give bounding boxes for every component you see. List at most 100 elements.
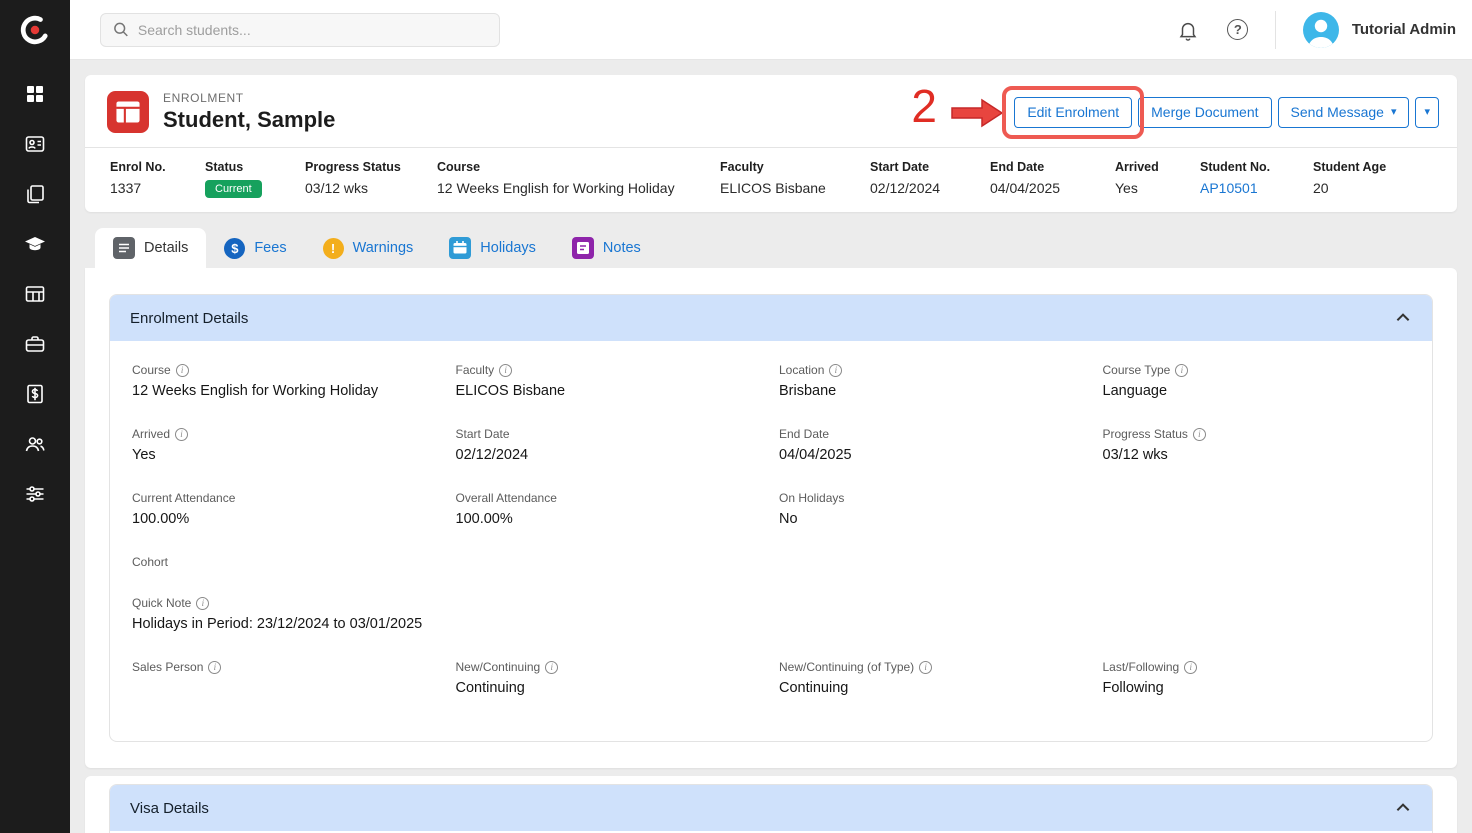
enrolment-details-panel-header[interactable]: Enrolment Details	[110, 295, 1432, 341]
info-icon[interactable]: i	[545, 661, 558, 674]
dashboard-icon	[24, 83, 46, 105]
info-icon[interactable]: i	[196, 597, 209, 610]
info-icon[interactable]: i	[1184, 661, 1197, 674]
field-course-type: Course Typei Language	[1103, 363, 1411, 400]
info-icon[interactable]: i	[919, 661, 932, 674]
summary-end-date: End Date 04/04/2025	[990, 160, 1115, 198]
enrolment-details-panel-body: Coursei 12 Weeks English for Working Hol…	[110, 341, 1432, 741]
visa-details-card: Visa Details	[85, 776, 1457, 833]
tab-details[interactable]: Details	[95, 228, 206, 268]
sidebar-item-finance[interactable]	[23, 382, 47, 406]
sidebar-item-agents[interactable]	[23, 332, 47, 356]
sidebar-item-students[interactable]	[23, 132, 47, 156]
sliders-icon	[24, 483, 46, 505]
summary-arrived: Arrived Yes	[1115, 160, 1200, 198]
graduation-cap-icon	[24, 233, 46, 255]
help-icon: ?	[1227, 19, 1248, 40]
empty-cell	[779, 555, 1087, 569]
tab-warnings[interactable]: ! Warnings	[305, 228, 432, 268]
sidebar	[0, 0, 70, 833]
tab-fees[interactable]: $ Fees	[206, 228, 304, 268]
chevron-up-icon[interactable]	[1394, 309, 1412, 327]
edit-enrolment-button[interactable]: Edit Enrolment	[1014, 97, 1132, 128]
info-icon[interactable]: i	[176, 364, 189, 377]
summary-status: Status Current	[205, 160, 305, 198]
notifications-button[interactable]	[1175, 17, 1201, 43]
page-title: Student, Sample	[163, 107, 335, 133]
info-icon[interactable]: i	[499, 364, 512, 377]
field-progress-status: Progress Statusi 03/12 wks	[1103, 427, 1411, 464]
empty-cell	[1103, 555, 1411, 569]
sidebar-item-timetables[interactable]	[23, 282, 47, 306]
sidebar-item-settings[interactable]	[23, 482, 47, 506]
notes-icon	[572, 237, 594, 259]
chevron-down-icon: ▾	[1391, 105, 1397, 118]
sidebar-nav	[23, 60, 47, 506]
chevron-up-icon[interactable]	[1394, 799, 1412, 817]
panel-title: Enrolment Details	[130, 310, 248, 327]
calendar-icon	[449, 237, 471, 259]
merge-document-button[interactable]: Merge Document	[1138, 97, 1271, 128]
summary-faculty: Faculty ELICOS Bisbane	[720, 160, 870, 198]
visa-details-panel: Visa Details	[109, 784, 1433, 833]
info-icon[interactable]: i	[1175, 364, 1188, 377]
search-input[interactable]	[138, 22, 487, 38]
enrolment-details-panel: Enrolment Details Coursei 12 Weeks Engli…	[109, 294, 1433, 742]
warning-icon: !	[323, 238, 344, 259]
sidebar-item-documents[interactable]	[23, 182, 47, 206]
field-new-continuing-of-type: New/Continuing (of Type)i Continuing	[779, 660, 1087, 697]
documents-icon	[24, 183, 46, 205]
entity-overline: ENROLMENT	[163, 91, 335, 105]
contact-card-icon	[24, 133, 46, 155]
field-current-attendance: Current Attendance 100.00%	[132, 491, 440, 528]
field-end-date: End Date 04/04/2025	[779, 427, 1087, 464]
app-window: ? Tutorial Admin	[0, 0, 1472, 833]
visa-details-panel-header[interactable]: Visa Details	[110, 785, 1432, 831]
student-search	[100, 13, 500, 47]
field-quick-note: Quick Notei Holidays in Period: 23/12/20…	[132, 596, 763, 633]
summary-progress-status: Progress Status 03/12 wks	[305, 160, 437, 198]
people-icon	[24, 433, 46, 455]
sidebar-item-dashboard[interactable]	[23, 82, 47, 106]
info-icon[interactable]: i	[1193, 428, 1206, 441]
field-new-continuing: New/Continuingi Continuing	[456, 660, 764, 697]
bell-icon	[1177, 19, 1199, 41]
empty-cell	[456, 555, 764, 569]
user-name: Tutorial Admin	[1352, 21, 1456, 38]
tab-holidays[interactable]: Holidays	[431, 228, 554, 268]
fees-icon: $	[224, 238, 245, 259]
user-menu[interactable]: Tutorial Admin	[1300, 11, 1456, 49]
field-location: Locationi Brisbane	[779, 363, 1087, 400]
more-actions-dropdown-button[interactable]: ▾	[1415, 97, 1439, 128]
header-actions: 2 Edit Enrolment Merge Document Send Mes…	[1014, 97, 1439, 128]
field-on-holidays: On Holidays No	[779, 491, 1087, 528]
invoice-dollar-icon	[24, 383, 46, 405]
enrolment-icon	[107, 91, 149, 133]
annotation-step-number: 2	[911, 79, 937, 133]
tab-notes[interactable]: Notes	[554, 228, 659, 268]
summary-student-no: Student No. AP10501	[1200, 160, 1313, 198]
empty-cell	[779, 596, 1087, 633]
field-start-date: Start Date 02/12/2024	[456, 427, 764, 464]
summary-start-date: Start Date 02/12/2024	[870, 160, 990, 198]
summary-course: Course 12 Weeks English for Working Holi…	[437, 160, 720, 198]
panel-title: Visa Details	[130, 800, 209, 817]
field-sales-person: Sales Personi	[132, 660, 440, 697]
empty-cell	[1103, 491, 1411, 528]
app-logo[interactable]	[0, 0, 70, 60]
chevron-down-icon: ▾	[1424, 105, 1430, 118]
sidebar-item-courses[interactable]	[23, 232, 47, 256]
content-area: ENROLMENT Student, Sample 2 Edit Enrolme…	[70, 60, 1472, 833]
field-arrived: Arrivedi Yes	[132, 427, 440, 464]
student-no-link[interactable]: AP10501	[1200, 180, 1305, 196]
sidebar-item-staff[interactable]	[23, 432, 47, 456]
info-icon[interactable]: i	[829, 364, 842, 377]
enrolment-summary-row: Enrol No. 1337 Status Current Progress S…	[85, 147, 1457, 212]
field-course: Coursei 12 Weeks English for Working Hol…	[132, 363, 440, 400]
table-icon	[24, 283, 46, 305]
info-icon[interactable]: i	[175, 428, 188, 441]
annotation-arrow	[950, 96, 1004, 130]
help-button[interactable]: ?	[1225, 17, 1251, 43]
send-message-button[interactable]: Send Message ▾	[1278, 97, 1410, 128]
info-icon[interactable]: i	[208, 661, 221, 674]
